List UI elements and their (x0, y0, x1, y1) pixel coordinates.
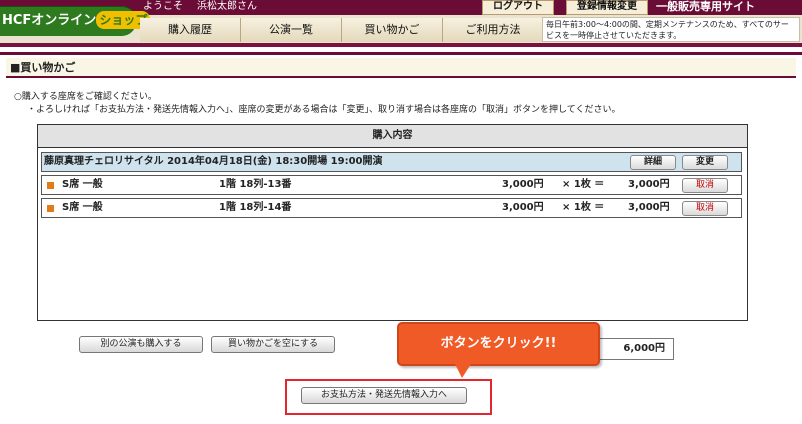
site-logo[interactable]: HCFオンライン ショップ (0, 6, 151, 36)
site-label: 一般販売専用サイト (656, 0, 755, 13)
profile-edit-button[interactable]: 登録情報変更 (566, 0, 648, 15)
welcome-label: ようこそ (143, 1, 183, 12)
detail-button[interactable]: 詳細 (630, 155, 676, 170)
welcome-message: ようこそ 浜松太郎さん (143, 0, 257, 15)
callout-pointer (455, 364, 471, 378)
header-divider (0, 43, 802, 47)
maintenance-notice: 毎日午前3:00〜4:00の間、定期メンテナンスのため、すべてのサービスを一時停… (542, 17, 800, 42)
logo-text: HCFオンライン (2, 13, 97, 28)
cart-panel-header: 購入内容 (38, 125, 747, 148)
seat-location: 1階 18列-13番 (219, 179, 292, 190)
instruction-text: ○購入する座席をご確認ください。 (14, 92, 157, 102)
empty-cart-button[interactable]: 買い物かごを空にする (211, 336, 335, 353)
nav-performances[interactable]: 公演一覧 (241, 18, 342, 42)
event-row: 藤原真理チェロリサイタル 2014年04月18日(金) 18:30開場 19:0… (41, 152, 742, 172)
seat-price: 3,000円 (502, 179, 544, 190)
seat-quantity: × 1枚 ＝ (562, 202, 605, 213)
callout-annotation: ボタンをクリック!! (397, 322, 600, 366)
main-nav: 購入履歴 公演一覧 買い物かご ご利用方法 (140, 18, 544, 42)
seat-location: 1階 18列-14番 (219, 202, 292, 213)
seat-subtotal: 3,000円 (628, 202, 670, 213)
seat-row: S席 一般 1階 18列-13番 3,000円 × 1枚 ＝ 3,000円 取消 (41, 175, 742, 195)
seat-row: S席 一般 1階 18列-14番 3,000円 × 1枚 ＝ 3,000円 取消 (41, 198, 742, 218)
nav-cart[interactable]: 買い物かご (342, 18, 443, 42)
seat-subtotal: 3,000円 (628, 179, 670, 190)
user-name: 浜松太郎さん (197, 1, 257, 12)
buy-other-performance-button[interactable]: 別の公演も購入する (79, 336, 203, 353)
instruction-detail: ・よろしければ「お支払方法・発送先情報入力へ」、座席の変更がある場合は「変更」、… (27, 105, 621, 115)
seat-grade: S席 一般 (62, 202, 103, 213)
cart-panel: 購入内容 藤原真理チェロリサイタル 2014年04月18日(金) 18:30開場… (37, 124, 748, 321)
nav-guide[interactable]: ご利用方法 (443, 18, 544, 42)
seat-grade: S席 一般 (62, 179, 103, 190)
logout-button[interactable]: ログアウト (482, 0, 554, 15)
header-divider-thin (0, 52, 802, 55)
cancel-button[interactable]: 取消 (682, 178, 728, 193)
change-button[interactable]: 変更 (682, 155, 728, 170)
seat-marker-icon (47, 205, 54, 212)
event-title: 藤原真理チェロリサイタル 2014年04月18日(金) 18:30開場 19:0… (44, 156, 383, 167)
proceed-payment-button[interactable]: お支払方法・発送先情報入力へ (301, 387, 467, 404)
site-header: HCFオンライン ショップ ようこそ 浜松太郎さん ログアウト 登録情報変更 一般販… (0, 0, 802, 43)
seat-marker-icon (47, 182, 54, 189)
page-title: ■買い物かご (6, 58, 796, 78)
total-amount: 6,000円 (596, 338, 674, 360)
cancel-button[interactable]: 取消 (682, 201, 728, 216)
seat-quantity: × 1枚 ＝ (562, 179, 605, 190)
seat-price: 3,000円 (502, 202, 544, 213)
nav-purchase-history[interactable]: 購入履歴 (140, 18, 241, 42)
